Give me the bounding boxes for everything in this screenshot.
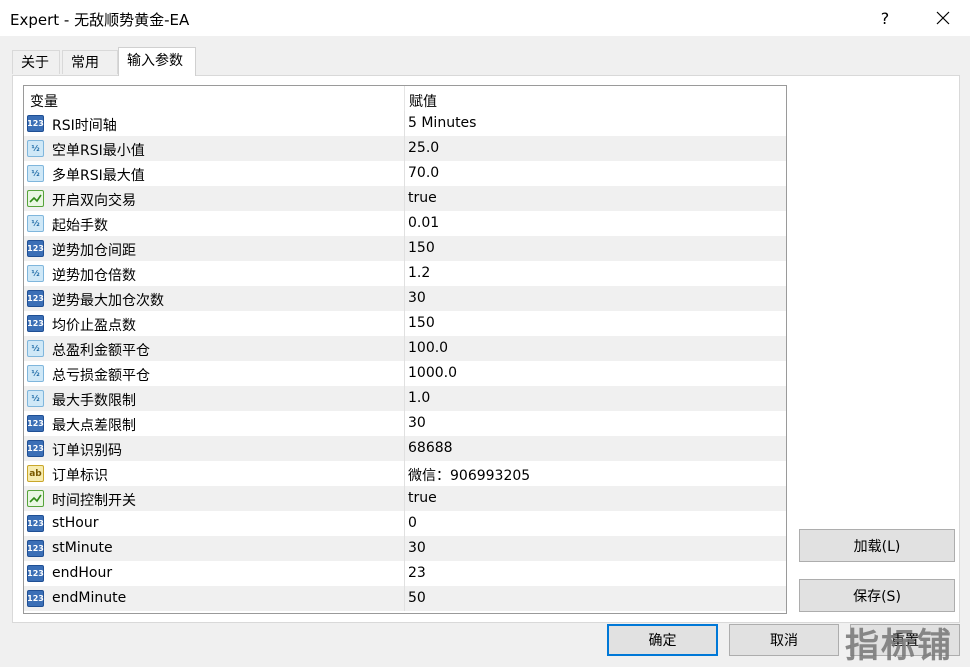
save-button[interactable]: 保存(S) <box>799 579 955 612</box>
parameter-name: 逆势加仓倍数 <box>52 268 136 284</box>
parameter-value[interactable]: 1000.0 <box>408 365 457 381</box>
parameter-value[interactable]: true <box>408 490 437 506</box>
parameter-value[interactable]: 5 Minutes <box>408 115 476 131</box>
table-row[interactable]: ½ 总盈利金额平仓 100.0 <box>24 336 786 361</box>
table-row[interactable]: 123 订单识别码 68688 <box>24 436 786 461</box>
integer-type-icon: 123 <box>27 415 44 432</box>
parameter-name: 最大点差限制 <box>52 418 136 434</box>
double-type-icon: ½ <box>27 165 44 182</box>
double-type-icon: ½ <box>27 390 44 407</box>
parameter-name: 多单RSI最大值 <box>52 168 145 184</box>
integer-type-icon: 123 <box>27 315 44 332</box>
table-row[interactable]: 时间控制开关 true <box>24 486 786 511</box>
parameter-name: 总盈利金额平仓 <box>52 343 150 359</box>
close-button[interactable] <box>920 0 966 36</box>
double-type-icon: ½ <box>27 265 44 282</box>
table-row[interactable]: 123 逆势加仓间距 150 <box>24 236 786 261</box>
parameter-name: 订单标识 <box>52 468 108 484</box>
parameter-name: 逆势最大加仓次数 <box>52 293 164 309</box>
load-button[interactable]: 加载(L) <box>799 529 955 562</box>
table-row[interactable]: ab 订单标识 微信：906993205 <box>24 461 786 486</box>
parameter-value[interactable]: 50 <box>408 590 426 606</box>
table-row[interactable]: ½ 最大手数限制 1.0 <box>24 386 786 411</box>
double-type-icon: ½ <box>27 340 44 357</box>
table-row[interactable]: 123 stHour 0 <box>24 511 786 536</box>
parameter-value[interactable]: true <box>408 190 437 206</box>
parameter-value[interactable]: 1.0 <box>408 390 430 406</box>
parameter-value[interactable]: 23 <box>408 565 426 581</box>
watermark-logo: 指标铺 <box>845 626 953 666</box>
table-row[interactable]: ½ 总亏损金额平仓 1000.0 <box>24 361 786 386</box>
table-row[interactable]: 123 逆势最大加仓次数 30 <box>24 286 786 311</box>
integer-type-icon: 123 <box>27 440 44 457</box>
title-bar: Expert - 无敌顺势黄金-EA ? <box>0 0 970 36</box>
parameters-table[interactable]: 变量 赋值 123 RSI时间轴 5 Minutes ½ 空单RSI最小值 25.0 ½ 多单… <box>23 85 787 614</box>
parameter-value[interactable]: 微信：906993205 <box>408 465 530 485</box>
parameter-value[interactable]: 1.2 <box>408 265 430 281</box>
help-icon: ? <box>880 8 890 28</box>
parameter-name: 时间控制开关 <box>52 493 136 509</box>
bool-type-icon <box>27 190 44 207</box>
parameter-name: 起始手数 <box>52 218 108 234</box>
table-row[interactable]: 开启双向交易 true <box>24 186 786 211</box>
table-row[interactable]: ½ 多单RSI最大值 70.0 <box>24 161 786 186</box>
table-row[interactable]: ½ 空单RSI最小值 25.0 <box>24 136 786 161</box>
parameter-value[interactable]: 70.0 <box>408 165 439 181</box>
close-icon <box>936 11 950 25</box>
integer-type-icon: 123 <box>27 115 44 132</box>
parameter-value[interactable]: 30 <box>408 415 426 431</box>
column-header-value[interactable]: 赋值 <box>409 91 437 111</box>
table-header: 变量 赋值 <box>24 86 786 111</box>
parameter-value[interactable]: 100.0 <box>408 340 448 356</box>
integer-type-icon: 123 <box>27 590 44 607</box>
tab-about[interactable]: 关于 <box>12 50 60 74</box>
table-row[interactable]: 123 RSI时间轴 5 Minutes <box>24 111 786 136</box>
window-title: Expert - 无敌顺势黄金-EA <box>10 11 190 29</box>
integer-type-icon: 123 <box>27 515 44 532</box>
parameter-value[interactable]: 150 <box>408 240 435 256</box>
parameter-value[interactable]: 30 <box>408 540 426 556</box>
parameter-name: stMinute <box>52 540 113 556</box>
table-row[interactable]: ½ 起始手数 0.01 <box>24 211 786 236</box>
bool-type-icon <box>27 490 44 507</box>
ok-button[interactable]: 确定 <box>607 624 718 656</box>
table-row[interactable]: 123 最大点差限制 30 <box>24 411 786 436</box>
parameter-value[interactable]: 25.0 <box>408 140 439 156</box>
integer-type-icon: 123 <box>27 290 44 307</box>
parameter-name: endMinute <box>52 590 127 606</box>
parameter-name: RSI时间轴 <box>52 118 117 134</box>
parameter-name: 开启双向交易 <box>52 193 136 209</box>
table-row[interactable]: 123 endMinute 50 <box>24 586 786 611</box>
integer-type-icon: 123 <box>27 565 44 582</box>
tab-inputs[interactable]: 输入参数 <box>118 47 196 76</box>
parameter-name: 空单RSI最小值 <box>52 143 145 159</box>
parameter-name: 订单识别码 <box>52 443 122 459</box>
column-header-variable[interactable]: 变量 <box>30 91 58 111</box>
table-row[interactable]: 123 均价止盈点数 150 <box>24 311 786 336</box>
parameter-value[interactable]: 68688 <box>408 440 453 456</box>
parameter-value[interactable]: 150 <box>408 315 435 331</box>
tab-common[interactable]: 常用 <box>62 50 118 74</box>
integer-type-icon: 123 <box>27 540 44 557</box>
table-row[interactable]: 123 stMinute 30 <box>24 536 786 561</box>
table-row[interactable]: ½ 逆势加仓倍数 1.2 <box>24 261 786 286</box>
parameter-value[interactable]: 0 <box>408 515 417 531</box>
double-type-icon: ½ <box>27 365 44 382</box>
double-type-icon: ½ <box>27 215 44 232</box>
parameter-name: 均价止盈点数 <box>52 318 136 334</box>
help-button[interactable]: ? <box>868 0 902 36</box>
parameter-value[interactable]: 30 <box>408 290 426 306</box>
parameter-name: 总亏损金额平仓 <box>52 368 150 384</box>
integer-type-icon: 123 <box>27 240 44 257</box>
parameter-name: endHour <box>52 565 113 581</box>
double-type-icon: ½ <box>27 140 44 157</box>
parameter-name: stHour <box>52 515 99 531</box>
string-type-icon: ab <box>27 465 44 482</box>
cancel-button[interactable]: 取消 <box>729 624 839 656</box>
table-row[interactable]: 123 endHour 23 <box>24 561 786 586</box>
parameter-value[interactable]: 0.01 <box>408 215 439 231</box>
parameter-name: 逆势加仓间距 <box>52 243 136 259</box>
parameter-name: 最大手数限制 <box>52 393 136 409</box>
